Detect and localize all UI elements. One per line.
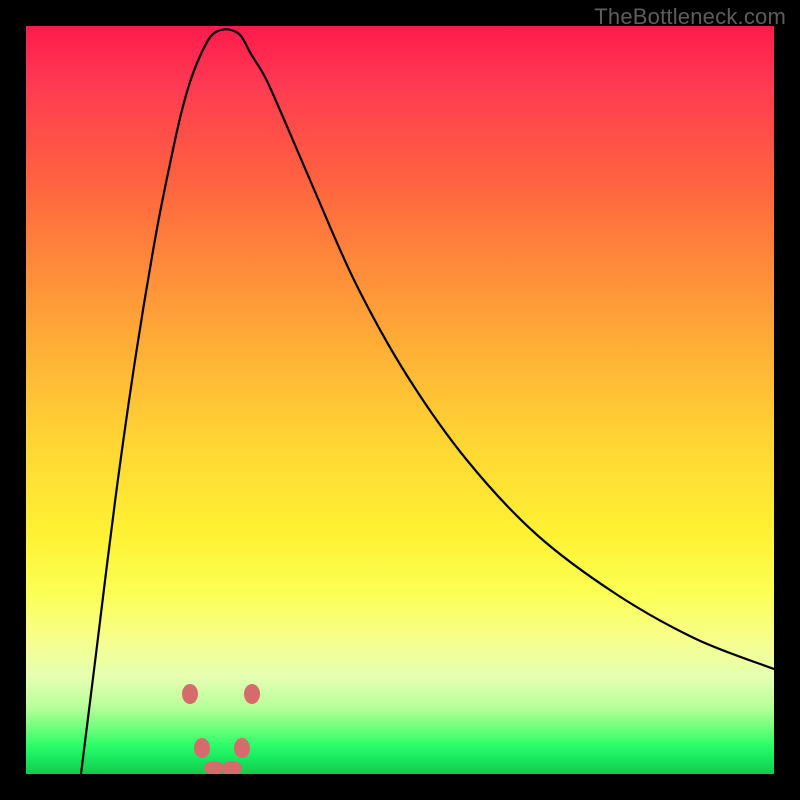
chart-plot-area — [26, 26, 774, 774]
bottleneck-curve — [26, 26, 774, 774]
curve-marker — [222, 761, 242, 774]
curve-marker — [234, 738, 250, 758]
curve-markers — [182, 684, 260, 774]
curve-marker — [194, 738, 210, 758]
curve-marker — [244, 684, 260, 704]
curve-marker — [204, 761, 224, 774]
curve-path — [81, 29, 774, 774]
curve-marker — [182, 684, 198, 704]
